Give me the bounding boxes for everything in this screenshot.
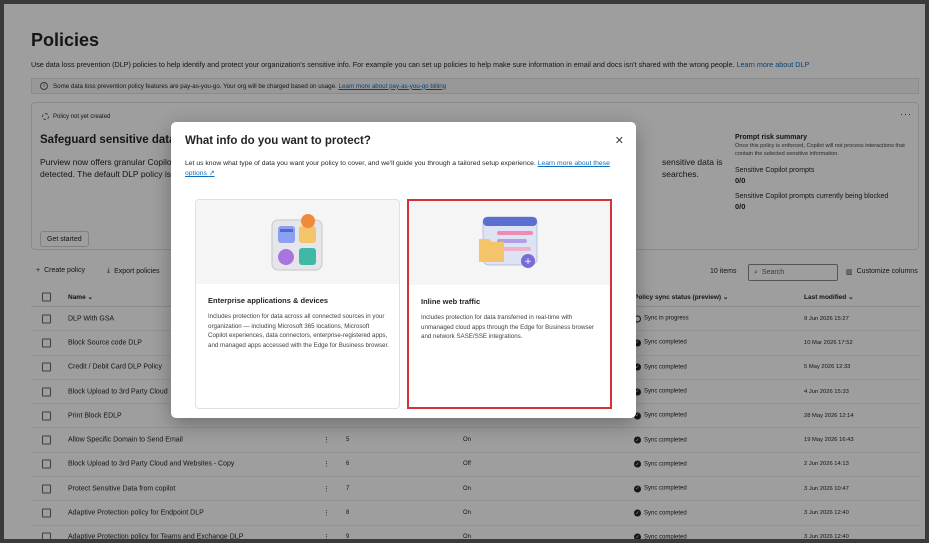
option-inline-web-traffic[interactable]: + Inline web traffic Includes protection… — [407, 199, 612, 409]
option-title: Inline web traffic — [421, 297, 481, 306]
option-title: Enterprise applications & devices — [208, 296, 329, 305]
external-link-icon: ↗ — [208, 170, 215, 177]
enterprise-apps-illustration — [196, 200, 399, 284]
option-description: Includes protection for data transferred… — [421, 314, 595, 340]
close-icon[interactable]: ✕ — [615, 134, 624, 147]
dialog-description: Let us know what type of data you want y… — [185, 159, 620, 179]
protect-info-dialog: What info do you want to protect? ✕ Let … — [171, 122, 636, 418]
svg-text:+: + — [524, 257, 532, 267]
app-frame: Policies Use data loss prevention (DLP) … — [4, 4, 925, 539]
option-enterprise-apps[interactable]: Enterprise applications & devices Includ… — [195, 199, 400, 409]
option-description: Includes protection for data across all … — [208, 313, 389, 349]
web-traffic-illustration: + — [409, 201, 610, 285]
dialog-description-text: Let us know what type of data you want y… — [185, 160, 536, 167]
dialog-title: What info do you want to protect? — [185, 135, 371, 147]
